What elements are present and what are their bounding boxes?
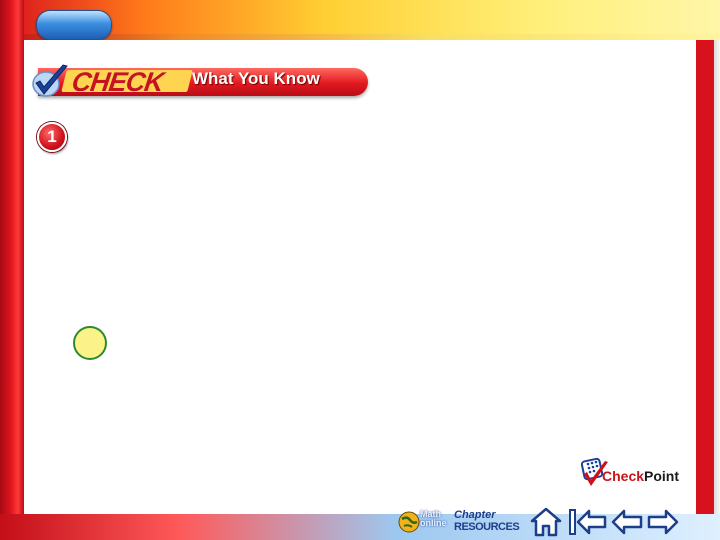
math-online-label: Math online xyxy=(420,510,447,528)
globe-icon xyxy=(398,511,420,533)
banner-title: What You Know xyxy=(192,69,320,88)
chapter-label: Chapter xyxy=(454,509,496,521)
top-menu-pill-button[interactable] xyxy=(36,10,112,40)
bottom-navigation: Math online Chapter RESOURCES xyxy=(396,505,696,539)
next-arrow-icon xyxy=(647,509,679,535)
checkpoint-label: CheckPoint xyxy=(602,468,679,484)
first-slide-icon xyxy=(569,509,607,535)
math-online-line2: online xyxy=(420,518,447,528)
left-frame xyxy=(0,0,24,540)
checkmark-icon xyxy=(32,64,68,97)
home-icon xyxy=(530,507,562,537)
next-button[interactable] xyxy=(646,505,680,539)
resources-label: RESOURCES xyxy=(454,521,520,533)
checkpoint-point-word: Point xyxy=(644,468,680,484)
previous-arrow-icon xyxy=(611,509,643,535)
check-word: CHECK xyxy=(69,67,166,97)
checkpoint-button[interactable]: CheckPoint xyxy=(580,456,690,492)
first-slide-button[interactable] xyxy=(568,505,608,539)
check-what-you-know-banner: CHECK What You Know xyxy=(30,64,368,98)
math-online-button[interactable]: Math online xyxy=(398,505,448,539)
checkpoint-check-word: Check xyxy=(602,468,645,484)
answer-marker[interactable] xyxy=(73,326,107,360)
question-number-badge: 1 xyxy=(37,122,67,152)
slide-content-area xyxy=(24,40,696,514)
right-frame-edge xyxy=(714,40,720,514)
chapter-resources-button[interactable]: Chapter RESOURCES xyxy=(454,505,522,539)
home-button[interactable] xyxy=(530,505,562,539)
previous-button[interactable] xyxy=(610,505,644,539)
